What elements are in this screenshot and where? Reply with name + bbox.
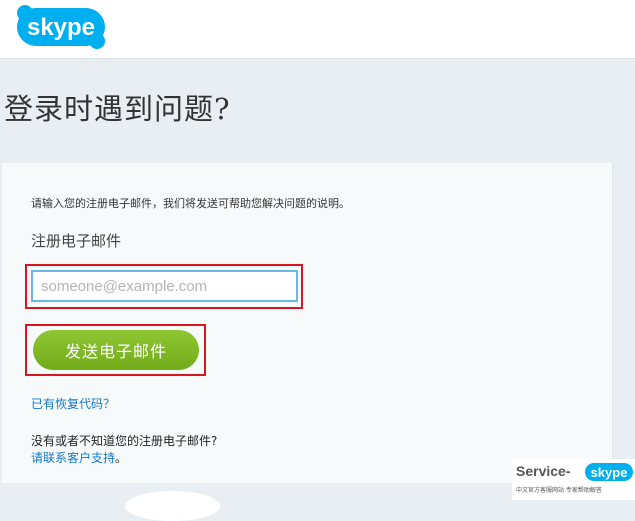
skype-logo[interactable]: skype	[15, 5, 107, 49]
page-title: 登录时遇到问题?	[4, 92, 231, 126]
instruction-text: 请输入您的注册电子邮件，我们将发送可帮助您解决问题的说明。	[31, 197, 350, 210]
watermark-service-text: Service-	[516, 463, 571, 479]
watermark-skype-logo: skype	[585, 463, 633, 481]
site-header: skype	[0, 0, 635, 59]
bottom-decoration	[125, 491, 220, 521]
email-field-label: 注册电子邮件	[31, 232, 122, 250]
recovery-code-link[interactable]: 已有恢复代码？	[31, 395, 115, 412]
watermark-small-text: 中文官方客服网站 专家帮助解答	[516, 487, 602, 494]
support-suffix: 。	[115, 451, 128, 465]
logo-text: skype	[27, 14, 95, 41]
watermark-logo-text: skype	[591, 465, 628, 480]
support-line: 请联系客户支持。	[31, 449, 127, 466]
email-field[interactable]	[31, 270, 298, 302]
no-email-text: 没有或者不知道您的注册电子邮件?	[31, 434, 218, 448]
send-email-button[interactable]: 发送电子邮件	[33, 330, 199, 370]
watermark: Service- skype 中文官方客服网站 专家帮助解答	[512, 459, 635, 500]
contact-support-link[interactable]: 请联系客户支持	[31, 451, 115, 465]
